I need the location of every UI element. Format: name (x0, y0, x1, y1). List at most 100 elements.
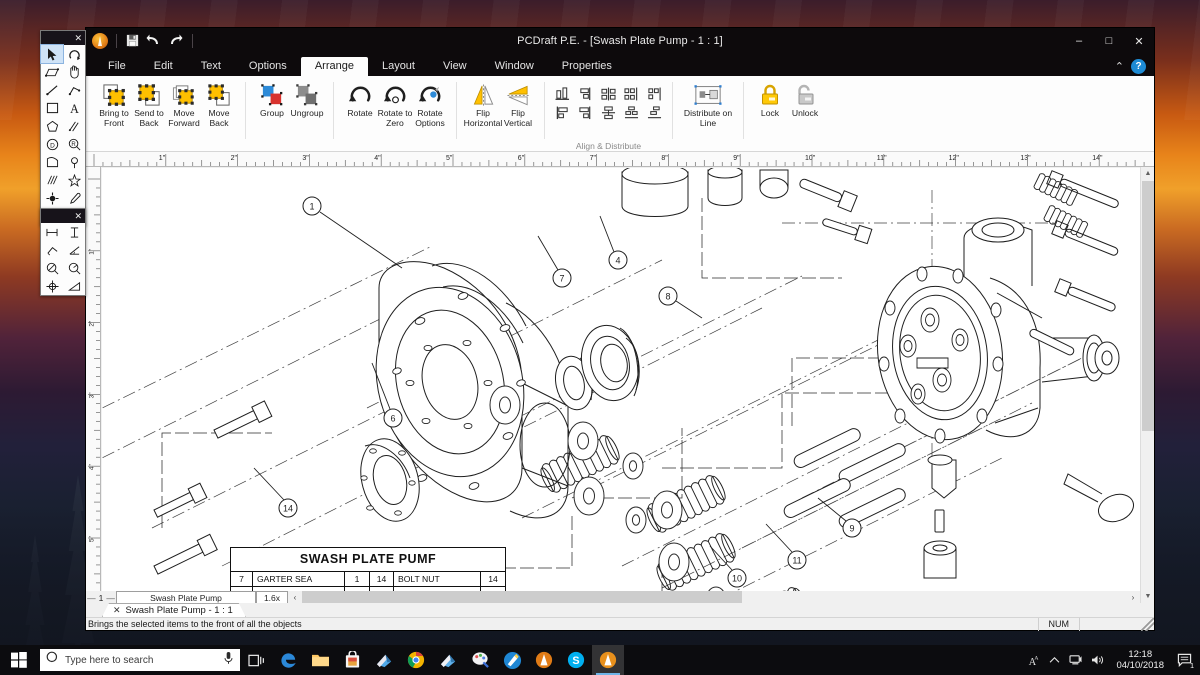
design-app-icon[interactable] (496, 645, 528, 675)
help-icon[interactable]: ? (1131, 59, 1146, 74)
document-tab[interactable]: ✕ Swash Plate Pump - 1 : 1 (102, 603, 246, 617)
line-tool[interactable] (41, 81, 63, 99)
text-tool[interactable]: A (63, 99, 85, 117)
file-explorer-icon[interactable] (304, 645, 336, 675)
radius-tool[interactable]: R (63, 135, 85, 153)
hatch-tool[interactable] (41, 171, 63, 189)
perspective-tool[interactable] (41, 63, 63, 81)
pcdraft-taskbar-icon[interactable] (528, 645, 560, 675)
action-center-icon[interactable]: 1 (1172, 645, 1196, 675)
rotate-button[interactable]: Rotate (343, 80, 377, 119)
skype-icon[interactable]: S (560, 645, 592, 675)
minimize-button[interactable]: – (1064, 28, 1094, 54)
bring-to-front-button[interactable]: Bring to Front (97, 80, 131, 128)
drawing-canvas[interactable]: 1 4 6 7 8 9 (102, 168, 1140, 603)
scroll-up-arrow[interactable]: ▲ (1141, 167, 1155, 180)
tab-edit[interactable]: Edit (140, 57, 187, 76)
task-view-icon[interactable] (240, 645, 272, 675)
pan-hand-tool[interactable] (63, 63, 85, 81)
unlock-button[interactable]: Unlock (788, 80, 822, 119)
star-tool[interactable] (63, 171, 85, 189)
arrow-select-tool[interactable] (41, 45, 63, 63)
distribute-on-line-button[interactable]: Distribute on Line (682, 80, 734, 128)
microsoft-store-icon[interactable] (336, 645, 368, 675)
resize-grip[interactable] (1141, 618, 1154, 631)
cad-app2-icon[interactable] (432, 645, 464, 675)
paint-app-icon[interactable] (464, 645, 496, 675)
align-right-edge-button[interactable] (577, 105, 594, 120)
horizontal-ruler[interactable]: 1"2"3"4"5"6"7"8"9"10"11"12"13"14" (86, 152, 1154, 167)
aligned-dimension-tool[interactable] (41, 241, 63, 259)
vertical-dimension-tool[interactable] (63, 223, 85, 241)
palette-title-bar[interactable]: ✕ (41, 31, 85, 45)
tab-text[interactable]: Text (187, 57, 235, 76)
edge-browser-icon[interactable] (272, 645, 304, 675)
rotate-options-button[interactable]: Rotate Options (413, 80, 447, 128)
windows-start-icon[interactable] (0, 645, 38, 675)
rotate-to-zero-button[interactable]: Rotate to Zero (378, 80, 412, 128)
flip-vertical-button[interactable]: Flip Vertical (501, 80, 535, 128)
radius-dimension-tool[interactable] (63, 259, 85, 277)
vertical-ruler[interactable]: 1"2"3"4"5"6" (86, 167, 101, 629)
snap-point-tool[interactable] (41, 189, 63, 207)
chrome-browser-icon[interactable] (400, 645, 432, 675)
scroll-right-arrow[interactable]: › (1126, 593, 1140, 602)
volume-icon[interactable] (1088, 645, 1108, 675)
save-icon[interactable] (125, 33, 142, 49)
pen-tray-icon[interactable]: AA (1022, 645, 1042, 675)
align-bottom-button[interactable] (554, 86, 571, 101)
move-forward-button[interactable]: Move Forward (167, 80, 201, 128)
cad-app-icon[interactable] (368, 645, 400, 675)
close-icon[interactable]: ✕ (113, 605, 121, 616)
arc-tool[interactable] (41, 153, 63, 171)
align-left-button[interactable] (554, 105, 571, 120)
linear-dimension-tool[interactable] (41, 223, 63, 241)
search-input[interactable]: Type here to search (40, 649, 240, 671)
angle-measure-tool[interactable] (63, 277, 85, 295)
angular-dimension-tool[interactable] (63, 241, 85, 259)
spline-tool[interactable] (63, 153, 85, 171)
center-mark-tool[interactable] (41, 277, 63, 295)
tab-file[interactable]: File (94, 57, 140, 76)
align-top-button[interactable] (646, 86, 663, 101)
tab-window[interactable]: Window (481, 57, 548, 76)
lock-button[interactable]: Lock (753, 80, 787, 119)
eyedropper-tool[interactable] (63, 189, 85, 207)
tab-options[interactable]: Options (235, 57, 301, 76)
palette-title-bar[interactable]: ✕ (41, 209, 85, 223)
maximize-button[interactable]: □ (1094, 28, 1124, 54)
align-center-horizontal-button[interactable] (600, 86, 617, 101)
close-icon[interactable]: ✕ (74, 34, 82, 43)
scroll-left-arrow[interactable]: ‹ (288, 593, 302, 602)
vertical-scrollbar[interactable]: ▲ ▼ (1140, 167, 1154, 603)
microphone-icon[interactable] (223, 651, 234, 670)
diameter-dimension-tool[interactable] (41, 259, 63, 277)
distribute-vertical-button[interactable] (600, 105, 617, 120)
vertical-scroll-thumb[interactable] (1142, 181, 1154, 431)
align-right-button[interactable] (577, 86, 594, 101)
tab-layout[interactable]: Layout (368, 57, 429, 76)
polyline-tool[interactable] (63, 81, 85, 99)
close-icon[interactable]: ✕ (74, 212, 82, 221)
diameter-tool[interactable]: D (41, 135, 63, 153)
taskbar-clock[interactable]: 12:18 04/10/2018 (1110, 649, 1170, 671)
redo-icon[interactable] (167, 33, 184, 49)
send-to-back-button[interactable]: Send to Back (132, 80, 166, 128)
polygon-tool[interactable] (41, 117, 63, 135)
scroll-down-arrow[interactable]: ▼ (1141, 590, 1155, 603)
undo-icon[interactable] (146, 33, 163, 49)
group-button[interactable]: Group (255, 80, 289, 119)
tab-arrange[interactable]: Arrange (301, 57, 368, 76)
pcdraft-app-icon[interactable] (92, 33, 108, 49)
parallel-tool[interactable] (63, 117, 85, 135)
network-icon[interactable] (1066, 645, 1086, 675)
chevron-up-icon[interactable]: ⌃ (1115, 60, 1124, 73)
tab-view[interactable]: View (429, 57, 481, 76)
rotate-tool[interactable] (63, 45, 85, 63)
tab-properties[interactable]: Properties (548, 57, 626, 76)
close-button[interactable]: ✕ (1124, 28, 1154, 54)
align-middle-button[interactable] (623, 86, 640, 101)
move-back-button[interactable]: Move Back (202, 80, 236, 128)
pcdraft-running-icon[interactable] (592, 645, 624, 675)
flip-horizontal-button[interactable]: Flip Horizontal (466, 80, 500, 128)
